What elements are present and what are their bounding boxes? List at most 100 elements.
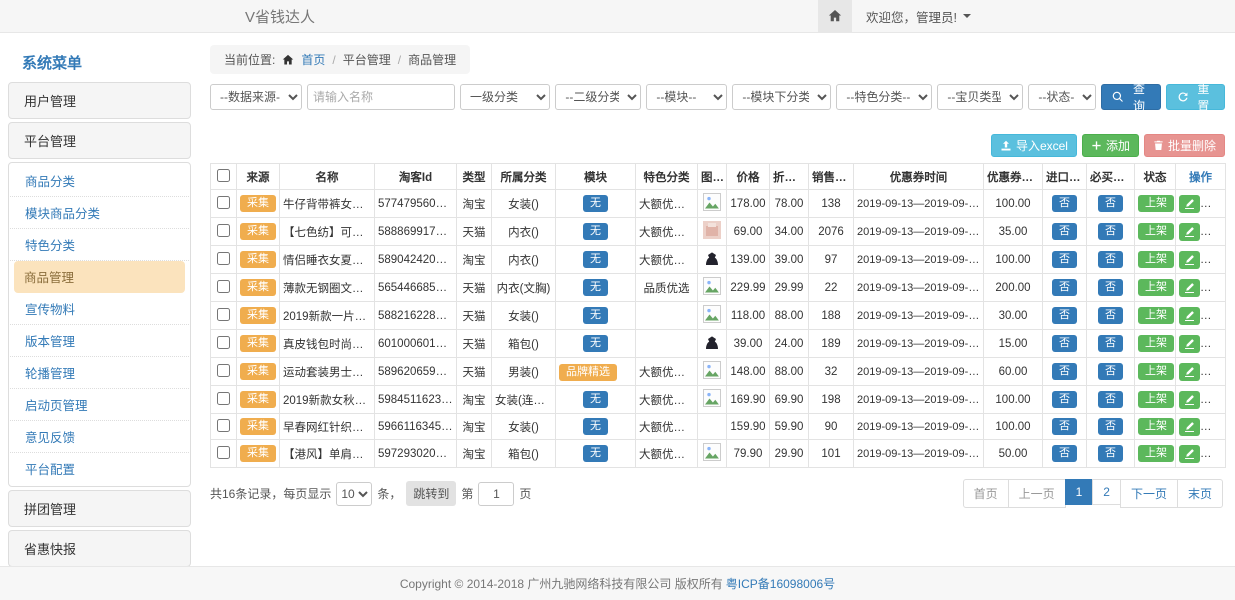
row-checkbox[interactable]: [217, 336, 230, 349]
status-badge[interactable]: 上架: [1138, 363, 1174, 380]
import-toggle-badge[interactable]: 否: [1052, 418, 1077, 435]
edit-button[interactable]: [1179, 223, 1200, 241]
row-checkbox[interactable]: [217, 224, 230, 237]
must-buy-toggle-badge[interactable]: 否: [1098, 391, 1123, 408]
row-checkbox[interactable]: [217, 280, 230, 293]
filter-select[interactable]: --特色分类--: [836, 84, 932, 110]
status-badge[interactable]: 上架: [1138, 391, 1174, 408]
filter-select[interactable]: --模块--: [646, 84, 727, 110]
must-buy-toggle-badge[interactable]: 否: [1098, 279, 1123, 296]
status-badge[interactable]: 上架: [1138, 445, 1174, 462]
breadcrumb-home-link[interactable]: 首页: [301, 51, 325, 68]
sidebar-subitem[interactable]: 意见反馈: [10, 421, 189, 453]
sidebar-subitem[interactable]: 特色分类: [10, 229, 189, 261]
filter-select[interactable]: --模块下分类--: [732, 84, 831, 110]
data-source-select[interactable]: --数据来源--: [210, 84, 302, 110]
import-toggle-badge[interactable]: 否: [1052, 391, 1077, 408]
pager-link[interactable]: 1: [1065, 479, 1094, 505]
module-none-badge[interactable]: 无: [583, 418, 608, 435]
module-none-badge[interactable]: 无: [583, 391, 608, 408]
batch-delete-button[interactable]: 批量删除: [1144, 134, 1225, 157]
edit-button[interactable]: [1179, 445, 1200, 463]
user-menu[interactable]: 欢迎您，管理员!: [852, 0, 985, 32]
home-button[interactable]: [818, 0, 852, 32]
row-checkbox[interactable]: [217, 364, 230, 377]
module-none-badge[interactable]: 无: [583, 335, 608, 352]
edit-button[interactable]: [1179, 335, 1200, 353]
import-toggle-badge[interactable]: 否: [1052, 279, 1077, 296]
edit-button[interactable]: [1179, 307, 1200, 325]
icp-link[interactable]: 粤ICP备16098006号: [726, 575, 835, 592]
import-toggle-badge[interactable]: 否: [1052, 307, 1077, 324]
pager-link[interactable]: 末页: [1177, 479, 1223, 508]
status-badge[interactable]: 上架: [1138, 279, 1174, 296]
reset-button[interactable]: 重置: [1166, 84, 1225, 110]
pager-link[interactable]: 首页: [963, 479, 1009, 508]
pager-link[interactable]: 下一页: [1120, 479, 1178, 508]
sidebar-subitem[interactable]: 版本管理: [10, 325, 189, 357]
module-none-badge[interactable]: 无: [583, 223, 608, 240]
import-toggle-badge[interactable]: 否: [1052, 363, 1077, 380]
sidebar-subitem[interactable]: 平台配置: [10, 453, 189, 484]
sidebar-panel[interactable]: 平台管理: [8, 122, 191, 159]
must-buy-toggle-badge[interactable]: 否: [1098, 418, 1123, 435]
row-checkbox[interactable]: [217, 196, 230, 209]
edit-button[interactable]: [1179, 363, 1200, 381]
status-badge[interactable]: 上架: [1138, 251, 1174, 268]
edit-button[interactable]: [1179, 391, 1200, 409]
row-checkbox[interactable]: [217, 419, 230, 432]
must-buy-toggle-badge[interactable]: 否: [1098, 335, 1123, 352]
must-buy-toggle-badge[interactable]: 否: [1098, 307, 1123, 324]
edit-button[interactable]: [1179, 279, 1200, 297]
must-buy-toggle-badge[interactable]: 否: [1098, 363, 1123, 380]
status-badge[interactable]: 上架: [1138, 195, 1174, 212]
page-number-input[interactable]: [478, 482, 514, 506]
module-none-badge[interactable]: 无: [583, 195, 608, 212]
select-all-checkbox[interactable]: [217, 169, 230, 182]
status-badge[interactable]: 上架: [1138, 307, 1174, 324]
sidebar-subitem[interactable]: 宣传物料: [10, 293, 189, 325]
name-search-input[interactable]: [307, 84, 455, 110]
must-buy-toggle-badge[interactable]: 否: [1098, 251, 1123, 268]
import-toggle-badge[interactable]: 否: [1052, 251, 1077, 268]
module-none-badge[interactable]: 无: [583, 251, 608, 268]
per-page-select[interactable]: 10: [336, 482, 372, 506]
sidebar-panel[interactable]: 省惠快报: [8, 530, 191, 566]
import-toggle-badge[interactable]: 否: [1052, 195, 1077, 212]
sidebar-panel[interactable]: 拼团管理: [8, 490, 191, 527]
add-button[interactable]: 添加: [1082, 134, 1139, 157]
filter-select[interactable]: --宝贝类型--: [937, 84, 1023, 110]
search-button[interactable]: 查询: [1101, 84, 1160, 110]
module-none-badge[interactable]: 无: [583, 279, 608, 296]
status-badge[interactable]: 上架: [1138, 223, 1174, 240]
filter-select[interactable]: 一级分类: [460, 84, 550, 110]
row-checkbox[interactable]: [217, 252, 230, 265]
filter-select[interactable]: --二级分类--: [555, 84, 641, 110]
row-checkbox[interactable]: [217, 446, 230, 459]
edit-button[interactable]: [1179, 418, 1200, 436]
status-badge[interactable]: 上架: [1138, 418, 1174, 435]
pager-link[interactable]: 上一页: [1008, 479, 1066, 508]
sidebar-subitem[interactable]: 轮播管理: [10, 357, 189, 389]
sidebar-panel[interactable]: 用户管理: [8, 82, 191, 119]
import-toggle-badge[interactable]: 否: [1052, 335, 1077, 352]
edit-button[interactable]: [1179, 251, 1200, 269]
row-checkbox[interactable]: [217, 392, 230, 405]
sidebar-subitem[interactable]: 模块商品分类: [10, 197, 189, 229]
sidebar-subitem[interactable]: 商品管理: [14, 261, 185, 293]
status-badge[interactable]: 上架: [1138, 335, 1174, 352]
must-buy-toggle-badge[interactable]: 否: [1098, 223, 1123, 240]
import-toggle-badge[interactable]: 否: [1052, 223, 1077, 240]
jump-button[interactable]: 跳转到: [406, 481, 456, 506]
filter-select[interactable]: --状态--: [1028, 84, 1096, 110]
must-buy-toggle-badge[interactable]: 否: [1098, 445, 1123, 462]
module-none-badge[interactable]: 无: [583, 307, 608, 324]
module-none-badge[interactable]: 无: [583, 445, 608, 462]
pager-link[interactable]: 2: [1092, 479, 1121, 505]
import-excel-button[interactable]: 导入excel: [991, 134, 1077, 157]
import-toggle-badge[interactable]: 否: [1052, 445, 1077, 462]
sidebar-subitem[interactable]: 启动页管理: [10, 389, 189, 421]
edit-button[interactable]: [1179, 195, 1200, 213]
sidebar-subitem[interactable]: 商品分类: [10, 165, 189, 197]
must-buy-toggle-badge[interactable]: 否: [1098, 195, 1123, 212]
